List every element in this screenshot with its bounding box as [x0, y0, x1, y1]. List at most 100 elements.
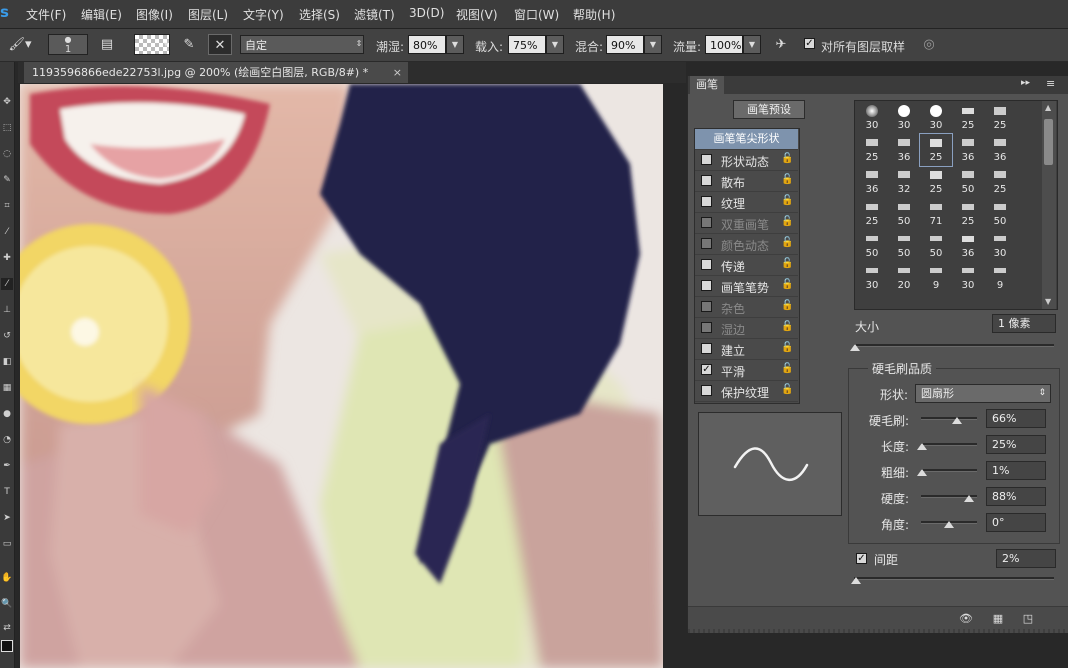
- scrollbar-thumb[interactable]: [1044, 119, 1053, 165]
- mix-dropdown-icon[interactable]: ▼: [644, 35, 662, 54]
- lock-icon[interactable]: 🔓: [781, 258, 793, 269]
- stiffness-input[interactable]: 88%: [986, 487, 1046, 506]
- load-dropdown-icon[interactable]: ▼: [546, 35, 564, 54]
- color-dynamics-checkbox[interactable]: [701, 238, 712, 249]
- brush-panel-toggle-icon[interactable]: ▤: [96, 34, 118, 55]
- close-icon[interactable]: ×: [393, 62, 402, 83]
- transfer-item[interactable]: 传递 🔓: [695, 255, 798, 276]
- menu-layer[interactable]: 图层(L): [188, 6, 228, 23]
- tip-grid-scrollbar[interactable]: ▲ ▼: [1042, 101, 1056, 309]
- protect-texture-checkbox[interactable]: [701, 385, 712, 396]
- brush-tip[interactable]: 30: [984, 230, 1016, 262]
- flow-input[interactable]: 100%: [705, 35, 743, 54]
- brush-tip[interactable]: 50: [856, 230, 888, 262]
- brush-tip[interactable]: 25: [952, 198, 984, 230]
- lock-icon[interactable]: 🔓: [781, 300, 793, 311]
- menu-type[interactable]: 文字(Y): [243, 6, 284, 23]
- thickness-slider-track[interactable]: [921, 469, 977, 472]
- quick-select-tool-icon[interactable]: ✎: [1, 174, 13, 186]
- size-input[interactable]: 1 像素: [992, 314, 1056, 333]
- wet-input[interactable]: 80%: [408, 35, 446, 54]
- shape-dynamics-item[interactable]: 形状动态 🔓: [695, 150, 798, 171]
- spacing-slider-knob[interactable]: [851, 577, 861, 584]
- panel-resize-grip[interactable]: [688, 629, 1068, 633]
- brush-tip[interactable]: 30: [920, 102, 952, 134]
- brush-tip[interactable]: 36: [856, 166, 888, 198]
- angle-input[interactable]: 0°: [986, 513, 1046, 532]
- scattering-checkbox[interactable]: [701, 175, 712, 186]
- brush-tip[interactable]: 9: [984, 262, 1016, 294]
- menu-view[interactable]: 视图(V): [456, 6, 498, 23]
- build-up-checkbox[interactable]: [701, 343, 712, 354]
- pen-tool-icon[interactable]: ✒: [1, 460, 13, 472]
- mixer-brush-tool-icon[interactable]: 🖌▾: [2, 34, 38, 55]
- lock-icon[interactable]: 🔓: [781, 174, 793, 185]
- menu-3d[interactable]: 3D(D): [409, 6, 444, 20]
- dual-brush-checkbox[interactable]: [701, 217, 712, 228]
- brush-tip[interactable]: 50: [984, 198, 1016, 230]
- brush-tip[interactable]: 50: [920, 230, 952, 262]
- length-slider-knob[interactable]: [917, 443, 927, 450]
- menu-file[interactable]: 文件(F): [26, 6, 66, 23]
- texture-item[interactable]: 纹理 🔓: [695, 192, 798, 213]
- brush-presets-button[interactable]: 画笔预设: [733, 100, 805, 119]
- shape-dynamics-checkbox[interactable]: [701, 154, 712, 165]
- blur-tool-icon[interactable]: ●: [1, 408, 13, 420]
- brush-tip-shape-item[interactable]: 画笔笔尖形状: [695, 129, 798, 150]
- brush-tip[interactable]: 50: [888, 230, 920, 262]
- protect-texture-item[interactable]: 保护纹理 🔓: [695, 381, 798, 402]
- lock-icon[interactable]: 🔓: [781, 342, 793, 353]
- lock-icon[interactable]: 🔓: [781, 237, 793, 248]
- menu-help[interactable]: 帮助(H): [573, 6, 615, 23]
- spacing-checkbox[interactable]: ✓: [856, 553, 867, 564]
- bristles-slider-track[interactable]: [921, 417, 977, 420]
- wet-edges-checkbox[interactable]: [701, 322, 712, 333]
- brush-tip[interactable]: 25: [920, 166, 952, 198]
- spacing-slider-track[interactable]: [854, 577, 1054, 580]
- spacing-input[interactable]: 2%: [996, 549, 1056, 568]
- lasso-tool-icon[interactable]: ◌: [1, 148, 13, 160]
- brush-tip[interactable]: 30: [952, 262, 984, 294]
- build-up-item[interactable]: 建立 🔓: [695, 339, 798, 360]
- gradient-tool-icon[interactable]: ▦: [1, 382, 13, 394]
- healing-tool-icon[interactable]: ✚: [1, 252, 13, 264]
- swap-colors-icon[interactable]: ⇄: [1, 622, 13, 634]
- zoom-tool-icon[interactable]: 🔍: [1, 598, 13, 610]
- wet-edges-item[interactable]: 湿边 🔓: [695, 318, 798, 339]
- lock-icon[interactable]: 🔓: [781, 363, 793, 374]
- lock-icon[interactable]: 🔓: [781, 384, 793, 395]
- dual-brush-item[interactable]: 双重画笔 🔓: [695, 213, 798, 234]
- lock-icon[interactable]: 🔓: [781, 195, 793, 206]
- move-tool-icon[interactable]: ✥: [1, 96, 13, 108]
- mix-input[interactable]: 90%: [606, 35, 644, 54]
- mode-select[interactable]: 自定: [240, 35, 364, 54]
- menu-window[interactable]: 窗口(W): [514, 6, 559, 23]
- brush-tip[interactable]: 25: [952, 102, 984, 134]
- eyedropper-tool-icon[interactable]: ⁄: [1, 226, 13, 238]
- stamp-tool-icon[interactable]: ⊥: [1, 304, 13, 316]
- brush-tip[interactable]: 30: [888, 102, 920, 134]
- load-input[interactable]: 75%: [508, 35, 546, 54]
- brush-tip[interactable]: 30: [856, 262, 888, 294]
- clean-brush-icon[interactable]: ✕: [208, 34, 232, 55]
- airbrush-icon[interactable]: ✈: [770, 34, 792, 55]
- dodge-tool-icon[interactable]: ◔: [1, 434, 13, 446]
- color-dynamics-item[interactable]: 颜色动态 🔓: [695, 234, 798, 255]
- brush-pose-item[interactable]: 画笔笔势 🔓: [695, 276, 798, 297]
- brush-tip[interactable]: 50: [952, 166, 984, 198]
- panel-menu-icon[interactable]: ≡: [1046, 77, 1055, 90]
- brush-tip[interactable]: 25: [984, 166, 1016, 198]
- eraser-tool-icon[interactable]: ◧: [1, 356, 13, 368]
- lock-icon[interactable]: 🔓: [781, 216, 793, 227]
- chevron-down-icon[interactable]: ▾: [160, 34, 172, 55]
- brush-tip[interactable]: 71: [920, 198, 952, 230]
- brush-tip[interactable]: 50: [888, 198, 920, 230]
- length-input[interactable]: 25%: [986, 435, 1046, 454]
- menu-select[interactable]: 选择(S): [299, 6, 340, 23]
- menu-image[interactable]: 图像(I): [136, 6, 173, 23]
- brush-pose-checkbox[interactable]: [701, 280, 712, 291]
- lock-icon[interactable]: 🔓: [781, 153, 793, 164]
- lock-icon[interactable]: 🔓: [781, 279, 793, 290]
- path-select-tool-icon[interactable]: ➤: [1, 512, 13, 524]
- document-tab[interactable]: 1193596866ede22753l.jpg @ 200% (绘画空白图层, …: [24, 62, 408, 83]
